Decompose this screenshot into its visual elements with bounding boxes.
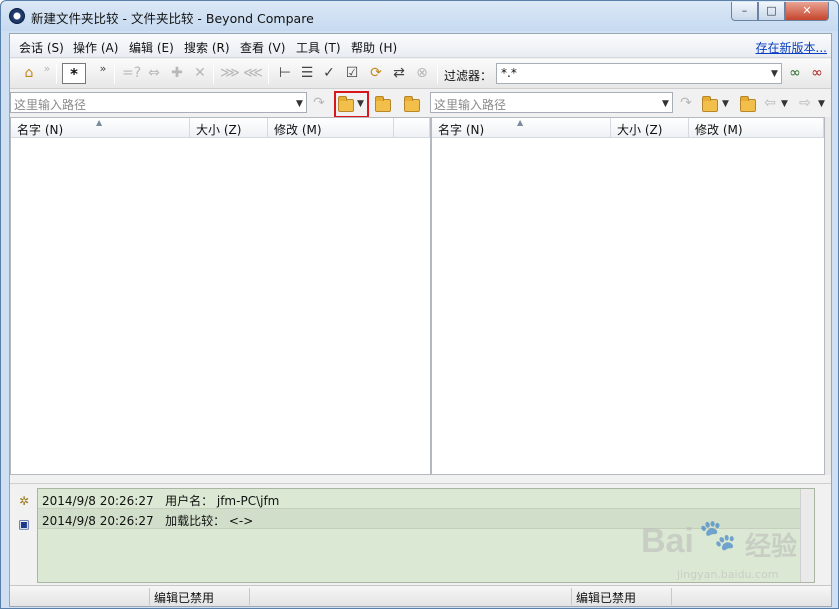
swap-icon[interactable]: ⇔ bbox=[145, 64, 163, 82]
log-time: 2014/9/8 20:26:27 bbox=[42, 494, 154, 508]
forward-arrow-icon[interactable]: ⇨ bbox=[796, 94, 814, 112]
left-up-both-folder-icon[interactable] bbox=[404, 96, 420, 112]
log-scrollbar[interactable] bbox=[800, 489, 814, 582]
menu-view[interactable]: 查看 (V) bbox=[240, 39, 285, 56]
highlight-box bbox=[334, 91, 369, 118]
path-bar: 这里输入路径 ▼ ↷ ▼ 这里输入路径 ▼ ↷ ▼ ⇦ ▼ ⇨ ▼ bbox=[10, 90, 831, 118]
toolbar-separator bbox=[268, 64, 269, 84]
window-title: 新建文件夹比较 - 文件夹比较 - Beyond Compare bbox=[31, 11, 314, 26]
right-column-size[interactable]: 大小 (Z) bbox=[611, 118, 689, 138]
menu-tools[interactable]: 工具 (T) bbox=[296, 39, 341, 56]
menu-session[interactable]: 会话 (S) bbox=[19, 39, 64, 56]
menu-edit[interactable]: 编辑 (E) bbox=[129, 39, 174, 56]
vertical-scrollbar[interactable] bbox=[825, 117, 831, 475]
toolbar-separator bbox=[114, 64, 115, 84]
right-column-modified[interactable]: 修改 (M) bbox=[689, 118, 824, 138]
list-view-icon[interactable]: ☰ bbox=[298, 64, 316, 82]
client-area: 会话 (S) 操作 (A) 编辑 (E) 搜索 (R) 查看 (V) 工具 (T… bbox=[9, 33, 832, 607]
sort-ascending-icon: ▲ bbox=[517, 118, 524, 127]
folder-sync-icon[interactable]: ⟳ bbox=[367, 64, 385, 82]
app-window: 新建文件夹比较 - 文件夹比较 - Beyond Compare – □ ✕ 会… bbox=[0, 0, 839, 609]
update-available-link[interactable]: 存在新版本... bbox=[756, 39, 827, 56]
left-go-icon[interactable]: ↷ bbox=[310, 94, 328, 112]
left-path-dropdown-icon[interactable]: ▼ bbox=[296, 99, 303, 109]
tree-view-icon[interactable]: ⊢ bbox=[276, 64, 294, 82]
toolbar-overflow-icon[interactable]: » bbox=[38, 60, 56, 78]
menu-bar: 会话 (S) 操作 (A) 编辑 (E) 搜索 (R) 查看 (V) 工具 (T… bbox=[10, 34, 831, 58]
beyond-compare-logo-icon bbox=[9, 8, 25, 24]
left-path-input[interactable]: 这里输入路径 bbox=[10, 92, 307, 113]
filter-dropdown-icon[interactable]: ▼ bbox=[771, 69, 778, 79]
toolbar-separator bbox=[213, 64, 214, 84]
maximize-button[interactable]: □ bbox=[758, 2, 785, 21]
back-arrow-icon[interactable]: ⇦ bbox=[761, 94, 779, 112]
filter-input[interactable]: *.* bbox=[496, 63, 782, 84]
log-output: 2014/9/8 20:26:27 用户名： jfm-PC\jfm 2014/9… bbox=[37, 488, 815, 583]
menu-search[interactable]: 搜索 (R) bbox=[184, 39, 230, 56]
log-message: 加载比较： <-> bbox=[165, 514, 254, 528]
left-parent-folder-icon[interactable] bbox=[375, 96, 391, 112]
equal-diff-icon[interactable]: =? bbox=[122, 64, 141, 82]
toolbar-separator bbox=[56, 64, 57, 84]
right-browse-folder-icon[interactable] bbox=[702, 96, 718, 112]
log-time: 2014/9/8 20:26:27 bbox=[42, 514, 154, 528]
settings-gear-icon[interactable]: ✲ bbox=[17, 494, 31, 508]
save-disk-icon[interactable]: ▣ bbox=[17, 517, 31, 531]
hide-filters-icon[interactable]: ∞ bbox=[808, 64, 826, 82]
close-button[interactable]: ✕ bbox=[785, 2, 829, 21]
back-dropdown-icon[interactable]: ▼ bbox=[781, 99, 788, 109]
toolbar-separator bbox=[437, 64, 438, 84]
stop-icon[interactable]: ⊗ bbox=[413, 64, 431, 82]
toolbar-overflow-icon[interactable]: » bbox=[94, 60, 112, 78]
expand-all-icon[interactable]: ⋙ bbox=[220, 64, 240, 82]
log-message: 用户名： jfm-PC\jfm bbox=[165, 494, 280, 508]
right-go-icon[interactable]: ↷ bbox=[677, 94, 695, 112]
toolbar: ⌂ » * » =? ⇔ ✚ ✕ ⋙ ⋘ ⊢ ☰ ✓ ☑ ⟳ ⇄ ⊗ 过滤器： … bbox=[10, 59, 831, 89]
right-parent-folder-icon[interactable] bbox=[740, 96, 756, 112]
status-cell-empty bbox=[10, 588, 150, 605]
left-column-modified[interactable]: 修改 (M) bbox=[268, 118, 394, 138]
all-files-button[interactable]: * bbox=[62, 63, 86, 84]
show-filters-icon[interactable]: ∞ bbox=[786, 64, 804, 82]
log-entry: 2014/9/8 20:26:27 加载比较： <-> bbox=[38, 509, 814, 529]
home-icon[interactable]: ⌂ bbox=[20, 64, 38, 82]
title-bar[interactable]: 新建文件夹比较 - 文件夹比较 - Beyond Compare – □ ✕ bbox=[1, 1, 838, 31]
left-column-size[interactable]: 大小 (Z) bbox=[190, 118, 268, 138]
right-path-input[interactable]: 这里输入路径 bbox=[430, 92, 673, 113]
sort-ascending-icon: ▲ bbox=[96, 118, 103, 127]
forward-dropdown-icon[interactable]: ▼ bbox=[818, 99, 825, 109]
minimize-button[interactable]: – bbox=[731, 2, 758, 21]
check-icon[interactable]: ✓ bbox=[320, 64, 338, 82]
left-column-empty bbox=[394, 118, 430, 138]
swap-sides-icon[interactable]: ⇄ bbox=[390, 64, 408, 82]
right-browse-dropdown-icon[interactable]: ▼ bbox=[722, 99, 729, 109]
log-entry: 2014/9/8 20:26:27 用户名： jfm-PC\jfm bbox=[38, 489, 814, 509]
log-panel: ✲ ▣ 2014/9/8 20:26:27 用户名： jfm-PC\jfm 20… bbox=[10, 483, 831, 584]
left-folder-pane[interactable]: 名字 (N) ▲ 大小 (Z) 修改 (M) bbox=[10, 117, 431, 475]
right-folder-pane[interactable]: 名字 (N) ▲ 大小 (Z) 修改 (M) bbox=[431, 117, 825, 475]
delete-icon[interactable]: ✕ bbox=[191, 64, 209, 82]
puzzle-icon[interactable]: ✚ bbox=[168, 64, 186, 82]
left-edit-status: 编辑已禁用 bbox=[150, 588, 250, 605]
filter-label: 过滤器： bbox=[444, 69, 493, 83]
menu-help[interactable]: 帮助 (H) bbox=[351, 39, 397, 56]
check-box-icon[interactable]: ☑ bbox=[343, 64, 361, 82]
right-path-dropdown-icon[interactable]: ▼ bbox=[662, 99, 669, 109]
menu-actions[interactable]: 操作 (A) bbox=[73, 39, 118, 56]
collapse-all-icon[interactable]: ⋘ bbox=[243, 64, 263, 82]
status-bar: 编辑已禁用 编辑已禁用 bbox=[10, 585, 831, 606]
status-cell-empty bbox=[250, 588, 572, 605]
right-edit-status: 编辑已禁用 bbox=[572, 588, 672, 605]
